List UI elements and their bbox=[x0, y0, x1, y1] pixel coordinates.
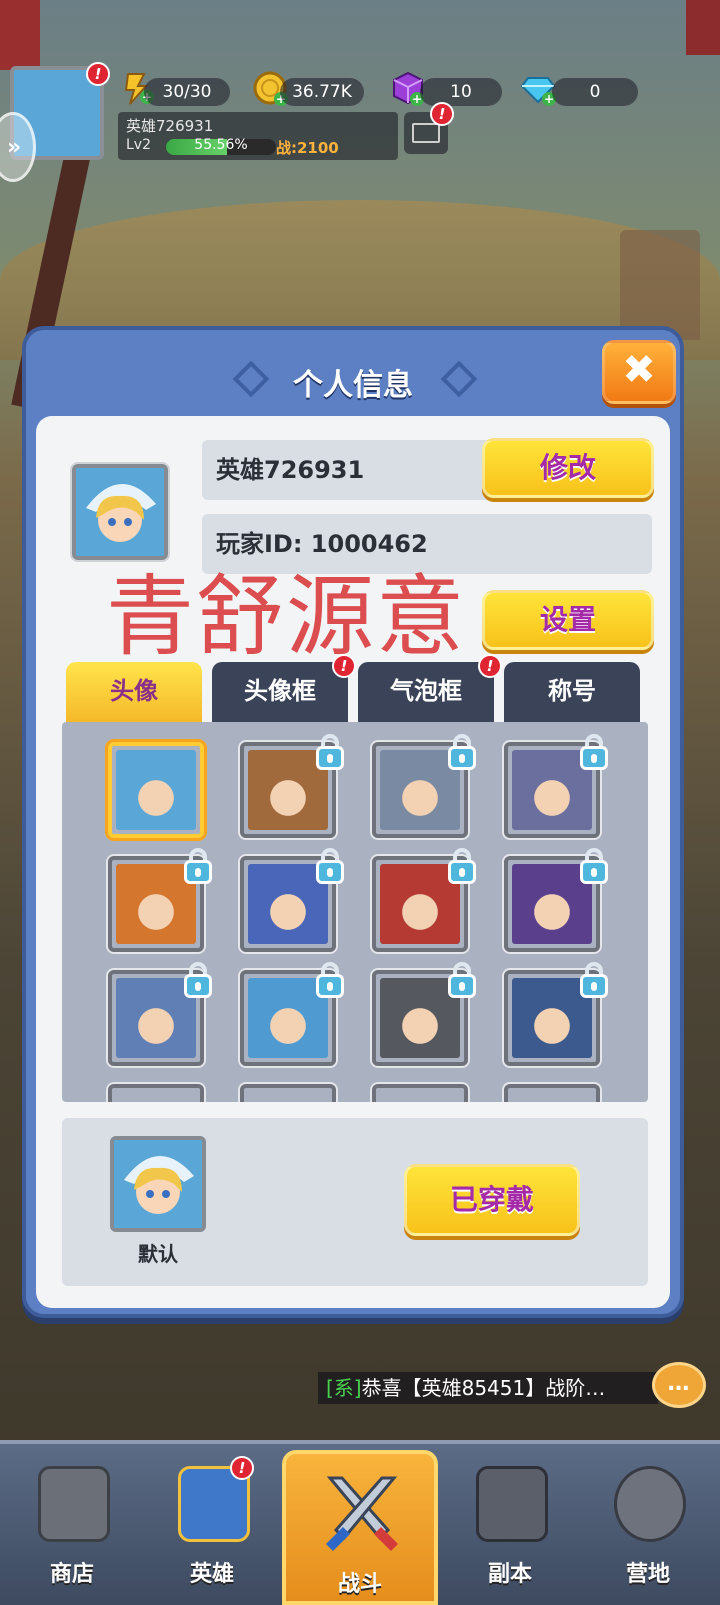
avatar-option-pirate-captain[interactable] bbox=[504, 962, 608, 1066]
tab-bubble-frame[interactable]: 气泡框! bbox=[358, 654, 502, 722]
lock-icon bbox=[446, 962, 478, 1000]
lock-icon bbox=[314, 962, 346, 1000]
alert-icon: ! bbox=[332, 654, 356, 678]
lock-icon bbox=[578, 962, 610, 1000]
lock-icon bbox=[578, 734, 610, 772]
nav-heroes[interactable]: ! 英雄 bbox=[152, 1456, 272, 1596]
player-level: Lv2 bbox=[126, 137, 151, 153]
profile-modal: 个人信息 ✖ 英雄726931 修改 玩家ID: 1000462 设置 青舒源意… bbox=[22, 326, 684, 1318]
tab-avatar[interactable]: 头像 bbox=[66, 662, 202, 722]
shop-icon bbox=[38, 1466, 110, 1542]
nav-dungeon[interactable]: 副本 bbox=[450, 1456, 570, 1596]
avatar-option-partial[interactable] bbox=[504, 1084, 600, 1102]
avatar-option-partial[interactable] bbox=[372, 1084, 468, 1102]
lock-icon bbox=[182, 848, 214, 886]
lock-icon bbox=[578, 848, 610, 886]
nav-label: 英雄 bbox=[189, 1562, 234, 1587]
combat-power: 战:2100 bbox=[276, 139, 339, 157]
close-icon: ✖ bbox=[622, 347, 656, 393]
camp-gear-icon bbox=[614, 1466, 686, 1542]
avatar-grid bbox=[62, 722, 648, 1102]
stamina-value: 30/30 bbox=[144, 78, 230, 106]
tab-label: 头像框 bbox=[244, 677, 316, 705]
gold-value: 36.77K bbox=[280, 78, 364, 106]
edit-name-button[interactable]: 修改 bbox=[482, 438, 654, 498]
watermark-text: 青舒源意 bbox=[106, 565, 467, 668]
mail-button[interactable]: ! bbox=[404, 102, 454, 154]
lock-icon bbox=[314, 734, 346, 772]
equipped-panel: 默认 已穿戴 bbox=[62, 1118, 648, 1286]
blonde-mage-portrait bbox=[116, 750, 196, 830]
avatar-option-armored-undead[interactable] bbox=[372, 734, 476, 838]
avatar-option-partial[interactable] bbox=[240, 1084, 336, 1102]
modal-content: 英雄726931 修改 玩家ID: 1000462 设置 青舒源意 头像 头像框… bbox=[36, 416, 670, 1308]
alert-icon: ! bbox=[430, 102, 454, 126]
background-flag-right bbox=[686, 0, 720, 55]
chat-button[interactable]: … bbox=[652, 1362, 706, 1408]
alert-icon: ! bbox=[478, 654, 502, 678]
nav-label: 商店 bbox=[49, 1562, 94, 1587]
avatar-option-red-mech[interactable] bbox=[372, 848, 476, 952]
dungeon-shield-icon bbox=[476, 1466, 548, 1542]
equipped-avatar-label: 默认 bbox=[138, 1242, 178, 1266]
lock-icon bbox=[314, 848, 346, 886]
avatar-option-dark-elf[interactable] bbox=[504, 734, 608, 838]
background-flag bbox=[0, 0, 40, 70]
tab-label: 气泡框 bbox=[390, 677, 462, 705]
nav-shop[interactable]: 商店 bbox=[12, 1456, 132, 1596]
equipped-avatar bbox=[110, 1136, 206, 1232]
nav-label: 营地 bbox=[625, 1562, 670, 1587]
nav-label: 副本 bbox=[487, 1562, 532, 1587]
blonde-mage-portrait bbox=[76, 468, 164, 556]
speech-bubble-icon: … bbox=[667, 1371, 691, 1396]
nav-label: 战斗 bbox=[337, 1572, 382, 1597]
blonde-mage-portrait bbox=[114, 1140, 202, 1228]
avatar-option-fire-queen[interactable] bbox=[108, 848, 212, 952]
avatar-option-blonde-mage-alt[interactable] bbox=[240, 962, 344, 1066]
nav-camp[interactable]: 营地 bbox=[588, 1456, 708, 1596]
tab-label: 称号 bbox=[548, 677, 596, 705]
player-name: 英雄726931 bbox=[126, 117, 214, 135]
settings-button[interactable]: 设置 bbox=[482, 590, 654, 650]
wearing-button[interactable]: 已穿戴 bbox=[404, 1164, 580, 1236]
exp-percent: 55.56% bbox=[194, 137, 248, 153]
player-info-panel: 英雄726931 Lv2 55.56% 战:2100 bbox=[118, 112, 398, 160]
avatar-option-dragon-knight[interactable] bbox=[240, 848, 344, 952]
tab-label: 头像 bbox=[110, 677, 158, 705]
avatar-option-partial[interactable] bbox=[108, 1084, 204, 1102]
avatar-option-minotaur[interactable] bbox=[240, 734, 344, 838]
lock-icon bbox=[446, 848, 478, 886]
lock-icon bbox=[446, 734, 478, 772]
cube-value: 10 bbox=[420, 78, 502, 106]
avatar-option-purple-ninja[interactable] bbox=[504, 848, 608, 952]
envelope-icon bbox=[412, 123, 440, 143]
tab-title[interactable]: 称号 bbox=[504, 662, 640, 722]
diamond-value: 0 bbox=[552, 78, 638, 106]
close-button[interactable]: ✖ bbox=[602, 340, 676, 404]
nav-battle[interactable]: 战斗 bbox=[282, 1450, 438, 1605]
lock-icon bbox=[182, 962, 214, 1000]
alert-icon: ! bbox=[86, 62, 110, 86]
chat-message: 恭喜【英雄85451】战阶… bbox=[361, 1376, 606, 1400]
alert-icon: ! bbox=[230, 1456, 254, 1480]
background-tower bbox=[620, 230, 700, 340]
chat-system-tag: [系] bbox=[326, 1376, 362, 1400]
modal-title: 个人信息 bbox=[293, 368, 413, 403]
diamond-icon: + bbox=[520, 70, 556, 106]
double-chevron-icon: » bbox=[7, 135, 22, 160]
avatar-option-horned-sage[interactable] bbox=[372, 962, 476, 1066]
crossed-swords-icon bbox=[322, 1472, 399, 1552]
chat-ticker[interactable]: [系]恭喜【英雄85451】战阶… bbox=[318, 1372, 658, 1404]
avatar-option-blonde-mage[interactable] bbox=[108, 742, 204, 838]
avatar-option-old-wizard[interactable] bbox=[108, 962, 212, 1066]
tab-avatar-frame[interactable]: 头像框! bbox=[212, 654, 356, 722]
